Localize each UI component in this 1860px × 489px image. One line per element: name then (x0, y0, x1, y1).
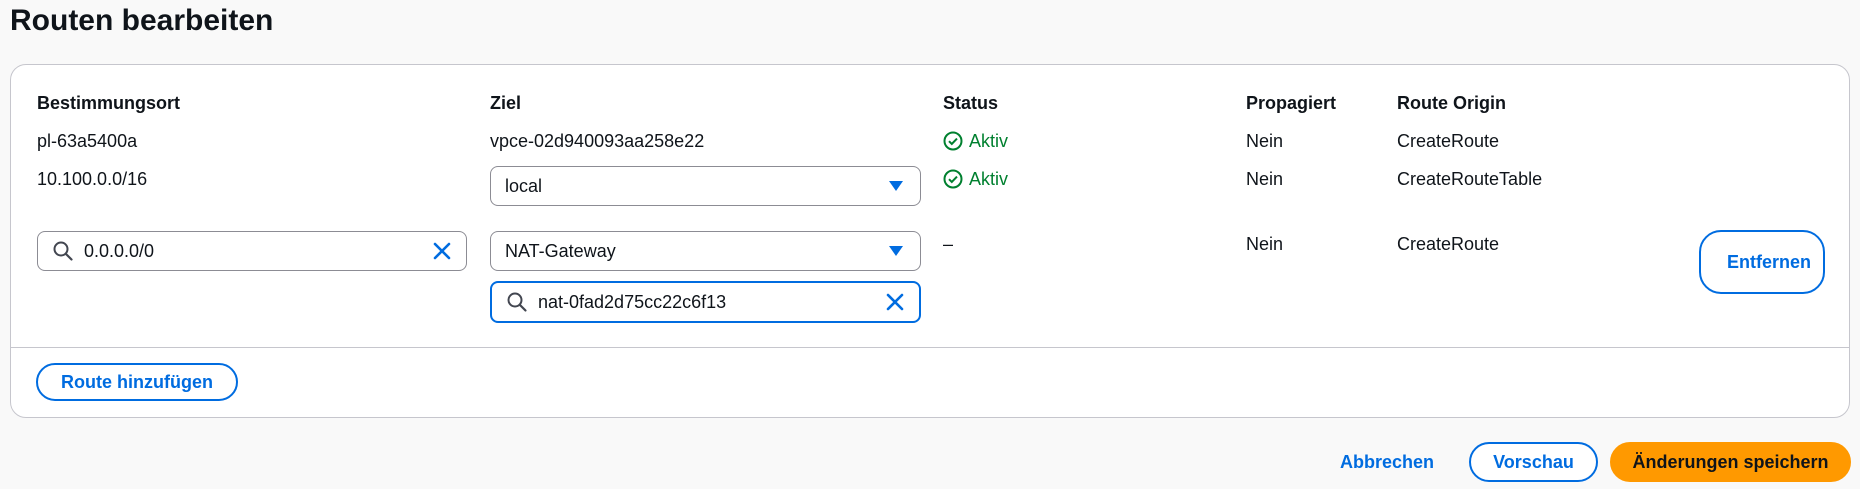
row3-destination-input[interactable]: 0.0.0.0/0 (37, 231, 467, 271)
routes-panel: Bestimmungsort Ziel Status Propagiert Ro… (10, 64, 1850, 418)
row3-propagated: Nein (1246, 234, 1284, 254)
caret-down-icon (888, 245, 904, 257)
page-title: Routen bearbeiten (10, 4, 274, 37)
row2-propagated: Nein (1246, 169, 1284, 189)
row2-target-select-value: local (505, 175, 543, 196)
remove-route-button[interactable]: Entfernen (1699, 230, 1825, 294)
panel-divider (11, 347, 1849, 348)
row1-status-label: Aktiv (969, 131, 1009, 151)
header-status: Status (943, 93, 999, 113)
row2-status: Aktiv (943, 167, 1008, 191)
row3-destination-value: 0.0.0.0/0 (84, 240, 155, 261)
row3-route-origin: CreateRoute (1397, 234, 1500, 254)
check-circle-icon (943, 131, 963, 151)
search-icon (52, 240, 74, 262)
row1-destination: pl-63a5400a (37, 131, 138, 151)
row2-route-origin: CreateRouteTable (1397, 169, 1543, 189)
check-circle-icon (943, 169, 963, 189)
row2-target-select[interactable]: local (490, 166, 921, 206)
caret-down-icon (888, 180, 904, 192)
row2-status-label: Aktiv (969, 169, 1009, 189)
row3-target-search-input[interactable]: nat-0fad2d75cc22c6f13 (490, 281, 921, 323)
row2-destination: 10.100.0.0/16 (37, 169, 148, 189)
row1-route-origin: CreateRoute (1397, 131, 1500, 151)
row1-propagated: Nein (1246, 131, 1284, 151)
add-route-button[interactable]: Route hinzufügen (36, 363, 238, 401)
preview-button[interactable]: Vorschau (1469, 442, 1598, 482)
header-route-origin: Route Origin (1397, 93, 1506, 113)
save-changes-button[interactable]: Änderungen speichern (1610, 442, 1851, 482)
row3-target-select[interactable]: NAT-Gateway (490, 231, 921, 271)
header-destination: Bestimmungsort (37, 93, 181, 113)
header-propagated: Propagiert (1246, 93, 1337, 113)
row1-target: vpce-02d940093aa258e22 (490, 131, 705, 151)
clear-icon[interactable] (883, 290, 907, 314)
header-target: Ziel (490, 93, 522, 113)
search-icon (506, 291, 528, 313)
row3-target-select-value: NAT-Gateway (505, 240, 616, 261)
clear-icon[interactable] (430, 239, 454, 263)
row3-status: – (943, 234, 954, 254)
row1-status: Aktiv (943, 129, 1008, 153)
row3-target-search-value: nat-0fad2d75cc22c6f13 (538, 291, 727, 312)
cancel-link[interactable]: Abbrechen (1340, 450, 1434, 474)
